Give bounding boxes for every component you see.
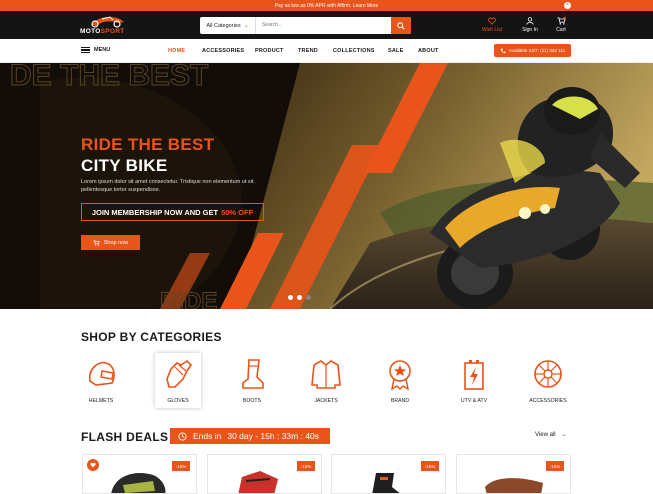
availability-button[interactable]: Available 24/7: (11) 333 111 <box>494 44 571 57</box>
product-card[interactable]: -15% <box>82 454 197 494</box>
nav-collections[interactable]: COLLECTIONS <box>333 48 375 54</box>
wishlist-label: Wish List <box>481 27 503 33</box>
promo-text[interactable]: Pay as low as 0% APR with Affirm. Learn … <box>275 3 379 9</box>
nav-sale[interactable]: SALE <box>388 48 403 54</box>
watermark-bottom-text: RIDE <box>160 288 217 309</box>
hero-description: Lorem ipsum dolor sit amet consectetur. … <box>81 179 254 193</box>
product-image-seat <box>485 478 543 493</box>
clock-icon <box>178 431 187 441</box>
product-image-gloves <box>238 471 278 493</box>
wheel-icon <box>534 360 562 388</box>
slider-dot-active[interactable] <box>297 295 302 300</box>
helmet-icon <box>88 361 115 386</box>
membership-banner[interactable]: JOIN MEMBERSHIP NOW AND GET 50% OFF <box>81 203 264 221</box>
motorcycle-logo-icon <box>91 16 124 28</box>
view-all-link[interactable]: View all → <box>535 432 567 438</box>
shop-now-button[interactable]: Shop now <box>81 235 140 250</box>
arrow-right-icon: → <box>560 432 567 438</box>
close-icon[interactable]: × <box>564 2 571 9</box>
watermark-top-text: DE THE BEST <box>10 63 208 92</box>
membership-text: JOIN MEMBERSHIP NOW AND GET <box>91 207 219 217</box>
flash-deals-title: FLASH DEALS <box>81 430 169 444</box>
category-label: BOOTS <box>242 398 262 404</box>
user-icon <box>526 17 534 25</box>
categories-title: SHOP BY CATEGORIES <box>81 330 222 344</box>
menu-button[interactable]: MENU <box>81 47 110 53</box>
search-bar: All Categories ⌄ <box>200 17 411 34</box>
hero-banner: DE THE BEST RIDE RIDE THE BEST CITY BIKE… <box>0 63 653 309</box>
category-jackets[interactable]: JACKETS <box>303 353 349 408</box>
category-brand[interactable]: BRAND <box>377 353 423 408</box>
view-all-label: View all <box>535 432 556 438</box>
search-button[interactable] <box>391 17 411 34</box>
category-utv-atv[interactable]: UTV & ATV <box>451 353 497 408</box>
glove-icon <box>166 359 193 388</box>
phone-icon <box>500 48 506 53</box>
cart-link[interactable]: Cart <box>548 17 574 33</box>
availability-label: Available 24/7: (11) 333 111 <box>508 48 566 53</box>
search-icon <box>397 21 405 30</box>
timer-value: 30 day - 15h : 33m : 40s <box>227 431 320 441</box>
cart-label: Cart <box>556 27 566 33</box>
slider-dot[interactable] <box>288 295 293 300</box>
jacket-icon <box>311 360 341 389</box>
hero-title-line2: CITY BIKE <box>81 156 168 175</box>
timer-prefix: Ends in <box>193 431 222 441</box>
cart-icon <box>93 239 100 246</box>
product-image-helmet <box>111 473 166 493</box>
category-gloves[interactable]: GLOVES <box>155 353 201 408</box>
product-card[interactable]: -15% <box>331 454 446 494</box>
nav-trend[interactable]: TREND <box>298 48 318 54</box>
category-boots[interactable]: BOOTS <box>229 353 275 408</box>
battery-icon <box>464 360 484 390</box>
shop-now-label: Shop now <box>103 239 129 246</box>
category-label: BRAND <box>390 398 410 404</box>
menu-label: MENU <box>94 47 111 53</box>
product-card[interactable]: -15% <box>456 454 571 494</box>
heart-icon <box>488 17 496 25</box>
signin-label: Sign In <box>522 27 538 33</box>
top-header: MOTOSPORT All Categories ⌄ Wish List Sig… <box>0 11 653 39</box>
logo-text: MOTOSPORT <box>80 28 125 35</box>
countdown-timer: Ends in 30 day - 15h : 33m : 40s <box>170 428 330 444</box>
category-label: JACKETS <box>314 398 338 404</box>
nav-about[interactable]: ABOUT <box>418 48 439 54</box>
badge-icon <box>389 360 411 391</box>
search-input[interactable] <box>256 17 391 34</box>
nav-product[interactable]: PRODUCT <box>255 48 284 54</box>
signin-link[interactable]: Sign In <box>517 17 543 33</box>
slider-dots <box>288 295 311 300</box>
category-label: ACCESSORIES <box>529 398 567 404</box>
slider-dot[interactable] <box>306 295 311 300</box>
category-select-label: All Categories <box>206 22 241 29</box>
cart-icon <box>557 17 566 25</box>
site-logo[interactable]: MOTOSPORT <box>80 14 132 36</box>
boot-icon <box>242 359 264 389</box>
hamburger-icon <box>81 47 90 53</box>
category-select[interactable]: All Categories ⌄ <box>200 17 256 34</box>
category-label: UTV & ATV <box>460 398 488 404</box>
nav-accessories[interactable]: ACCESSORIES <box>202 48 244 54</box>
product-image-boots <box>372 473 400 493</box>
chevron-down-icon: ⌄ <box>243 23 249 29</box>
category-label: GLOVES <box>167 398 189 404</box>
product-card[interactable]: -15% <box>207 454 322 494</box>
membership-discount: 50% OFF <box>221 207 254 217</box>
category-label: HELMETS <box>88 398 114 404</box>
wishlist-link[interactable]: Wish List <box>479 17 505 33</box>
promo-bar: Pay as low as 0% APR with Affirm. Learn … <box>0 0 653 11</box>
category-helmets[interactable]: HELMETS <box>78 353 124 408</box>
nav-home[interactable]: HOME <box>168 48 185 54</box>
main-nav: MENU HOME ACCESSORIES PRODUCT TREND COLL… <box>0 39 653 63</box>
category-accessories[interactable]: ACCESSORIES <box>525 353 571 408</box>
